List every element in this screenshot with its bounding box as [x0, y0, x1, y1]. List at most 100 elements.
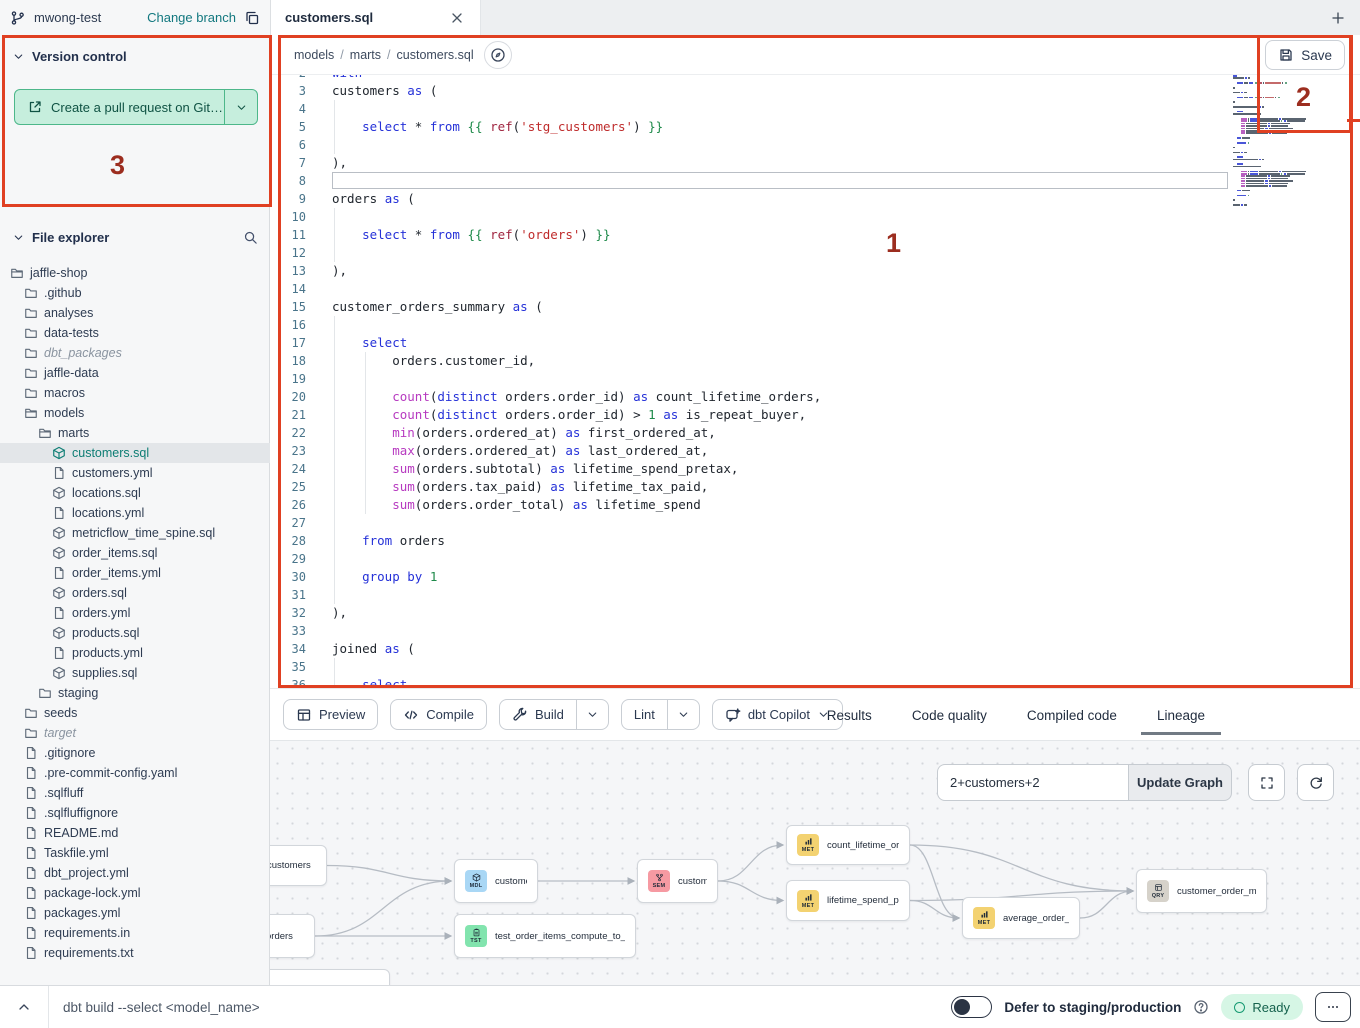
- tab-compiled-code[interactable]: Compiled code: [1025, 692, 1119, 737]
- cli-command-text[interactable]: dbt build --select <model_name>: [63, 1000, 260, 1015]
- minimap[interactable]: [1233, 75, 1320, 206]
- search-icon[interactable]: [243, 230, 258, 245]
- tree-item-customers-sql[interactable]: customers.sql: [0, 443, 270, 463]
- copy-icon[interactable]: [244, 10, 260, 26]
- code-area[interactable]: 2with3customers as (45 select * from {{ …: [270, 75, 1360, 688]
- lineage-selector-input[interactable]: [937, 764, 1128, 801]
- tree-item-label: data-tests: [44, 326, 99, 340]
- tree-item-customers-yml[interactable]: customers.yml: [0, 463, 270, 483]
- lint-button[interactable]: Lint: [621, 699, 700, 730]
- lineage-node-test_order_items[interactable]: TSTtest_order_items_compute_to_bools…: [454, 914, 636, 958]
- close-icon[interactable]: [448, 9, 466, 27]
- line-number: 12: [270, 244, 320, 262]
- lineage-node-customers_mdl[interactable]: MDLcustomers: [454, 859, 538, 903]
- line-number: 10: [270, 208, 320, 226]
- refresh-button[interactable]: [1297, 764, 1334, 801]
- lineage-node-customers_sem[interactable]: SEMcustomers: [637, 859, 718, 903]
- update-graph-button[interactable]: Update Graph: [1128, 764, 1232, 801]
- breadcrumb-item[interactable]: marts: [350, 48, 381, 62]
- line-text: [320, 136, 332, 154]
- expand-command-bar-button[interactable]: [0, 999, 48, 1015]
- tree-item-target[interactable]: target: [0, 723, 270, 743]
- line-number: 25: [270, 478, 320, 496]
- lineage-node-count_lifetime_orders[interactable]: METcount_lifetime_orders: [786, 825, 910, 865]
- tree-item-metricflow-time-spine-sql[interactable]: metricflow_time_spine.sql: [0, 523, 270, 543]
- tree-item-products-sql[interactable]: products.sql: [0, 623, 270, 643]
- tree-item-marts[interactable]: marts: [0, 423, 270, 443]
- create-pull-request-button[interactable]: Create a pull request on Git…: [14, 89, 258, 125]
- tree-item-analyses[interactable]: analyses: [0, 303, 270, 323]
- tree-item-dbt-packages[interactable]: dbt_packages: [0, 343, 270, 363]
- tree-item-label: .github: [44, 286, 82, 300]
- lineage-node-partial[interactable]: [270, 969, 390, 985]
- lineage-node-stg_customers[interactable]: stg_customers: [270, 845, 327, 886]
- tree-item-readme-md[interactable]: README.md: [0, 823, 270, 843]
- tree-item-dbt-project-yml[interactable]: dbt_project.yml: [0, 863, 270, 883]
- more-options-button[interactable]: [1315, 992, 1351, 1022]
- breadcrumb-item[interactable]: models: [294, 48, 334, 62]
- tree-item-data-tests[interactable]: data-tests: [0, 323, 270, 343]
- tree-item--sqlfluffignore[interactable]: .sqlfluffignore: [0, 803, 270, 823]
- dropdown-button[interactable]: [576, 700, 608, 729]
- file-icon: [24, 906, 38, 920]
- tree-item--github[interactable]: .github: [0, 283, 270, 303]
- tree-item-package-lock-yml[interactable]: package-lock.yml: [0, 883, 270, 903]
- tree-item-taskfile-yml[interactable]: Taskfile.yml: [0, 843, 270, 863]
- badge-label: MET: [802, 903, 815, 909]
- tree-item-seeds[interactable]: seeds: [0, 703, 270, 723]
- tree-item-jaffle-shop[interactable]: jaffle-shop: [0, 263, 270, 283]
- save-button[interactable]: Save: [1265, 40, 1345, 70]
- tree-item-macros[interactable]: macros: [0, 383, 270, 403]
- tree-item-requirements-txt[interactable]: requirements.txt: [0, 943, 270, 963]
- tree-item--gitignore[interactable]: .gitignore: [0, 743, 270, 763]
- tree-item-orders-yml[interactable]: orders.yml: [0, 603, 270, 623]
- tab-results[interactable]: Results: [825, 692, 874, 737]
- line-text: group by 1: [320, 568, 437, 586]
- line-text: [320, 208, 332, 226]
- tree-item-locations-yml[interactable]: locations.yml: [0, 503, 270, 523]
- code-line-26: 26 sum(orders.order_total) as lifetime_s…: [270, 496, 1360, 514]
- tab-lineage[interactable]: Lineage: [1155, 692, 1207, 737]
- tree-item-order-items-sql[interactable]: order_items.sql: [0, 543, 270, 563]
- file-explorer-header[interactable]: File explorer: [12, 230, 258, 245]
- lineage-node-orders[interactable]: orders: [270, 914, 315, 958]
- tree-item-orders-sql[interactable]: orders.sql: [0, 583, 270, 603]
- fullscreen-button[interactable]: [1248, 764, 1285, 801]
- preview-button[interactable]: Preview: [283, 699, 378, 730]
- badge-label: SEM: [653, 883, 666, 889]
- line-text: sum(orders.tax_paid) as lifetime_tax_pai…: [320, 478, 708, 496]
- line-number: 24: [270, 460, 320, 478]
- dbt-copilot-button[interactable]: dbt Copilot: [712, 699, 843, 730]
- line-number: 7: [270, 154, 320, 172]
- lineage-node-customer_order_metrics[interactable]: QRYcustomer_order_metrics: [1136, 869, 1267, 913]
- compile-button[interactable]: Compile: [390, 699, 487, 730]
- tree-item-models[interactable]: models: [0, 403, 270, 423]
- tree-item-locations-sql[interactable]: locations.sql: [0, 483, 270, 503]
- tree-item-jaffle-data[interactable]: jaffle-data: [0, 363, 270, 383]
- tree-item-staging[interactable]: staging: [0, 683, 270, 703]
- dropdown-button[interactable]: [667, 700, 699, 729]
- version-control-header[interactable]: Version control: [12, 49, 127, 64]
- line-number: 8: [270, 172, 320, 190]
- tree-item-order-items-yml[interactable]: order_items.yml: [0, 563, 270, 583]
- new-tab-button[interactable]: [1328, 8, 1348, 28]
- file-icon: [24, 786, 38, 800]
- help-icon[interactable]: [1193, 999, 1209, 1015]
- breadcrumb: models/marts/customers.sql: [294, 48, 474, 62]
- tab-customers-sql[interactable]: customers.sql: [271, 0, 481, 35]
- tree-item-packages-yml[interactable]: packages.yml: [0, 903, 270, 923]
- tree-item--sqlfluff[interactable]: .sqlfluff: [0, 783, 270, 803]
- build-button[interactable]: Build: [499, 699, 609, 730]
- tree-item-products-yml[interactable]: products.yml: [0, 643, 270, 663]
- change-branch-link[interactable]: Change branch: [147, 10, 236, 25]
- breadcrumb-item[interactable]: customers.sql: [397, 48, 474, 62]
- tree-item-supplies-sql[interactable]: supplies.sql: [0, 663, 270, 683]
- lineage-node-average_order_value[interactable]: METaverage_order_value: [962, 897, 1080, 939]
- defer-toggle[interactable]: [951, 996, 992, 1018]
- lineage-node-lifetime_spend_pretax[interactable]: METlifetime_spend_pretax: [786, 880, 910, 921]
- tree-item-requirements-in[interactable]: requirements.in: [0, 923, 270, 943]
- tab-code-quality[interactable]: Code quality: [910, 692, 989, 737]
- tree-item--pre-commit-config-yaml[interactable]: .pre-commit-config.yaml: [0, 763, 270, 783]
- pr-dropdown-button[interactable]: [225, 90, 257, 124]
- view-docs-button[interactable]: [484, 41, 512, 69]
